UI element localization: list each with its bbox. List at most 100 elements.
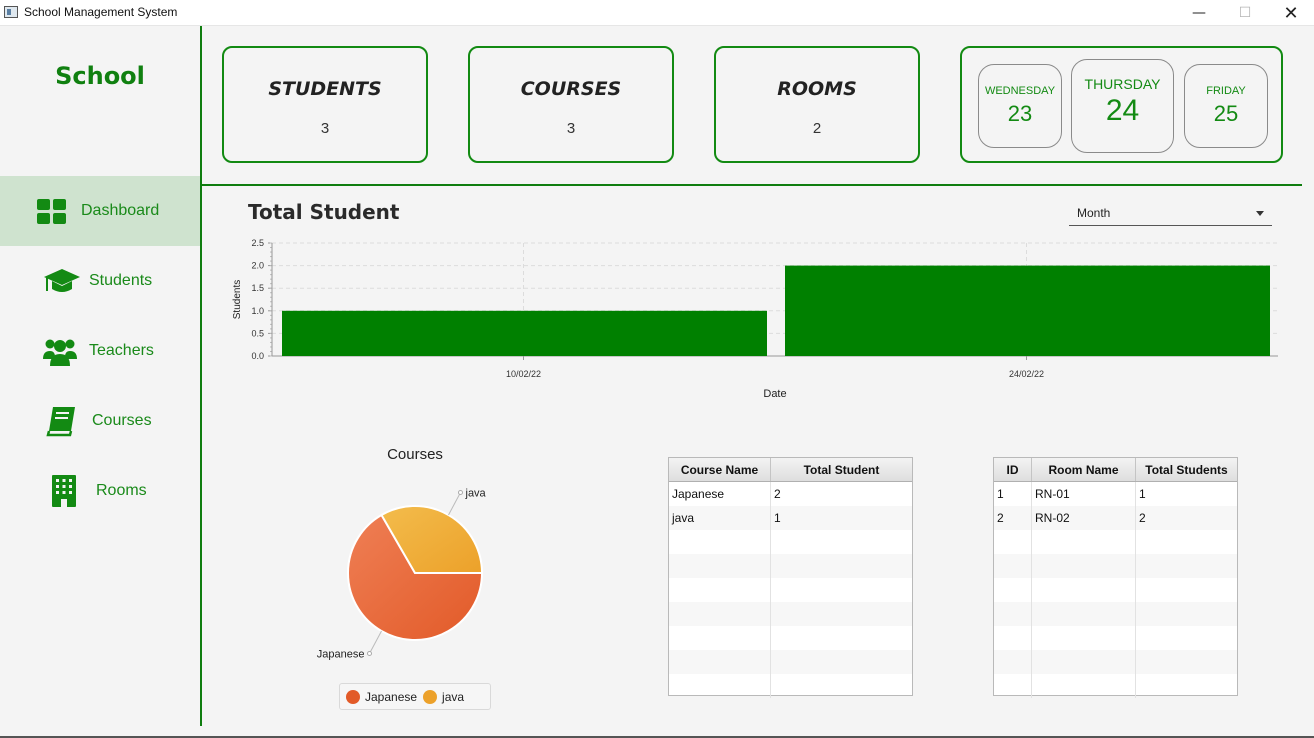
table-cell xyxy=(994,602,1032,626)
table-row[interactable] xyxy=(669,650,912,674)
table-header: Course Name Total Student xyxy=(669,458,912,482)
close-button[interactable]: ✕ xyxy=(1268,0,1314,26)
table-cell: RN-02 xyxy=(1032,506,1136,530)
legend-item: java xyxy=(423,689,465,704)
app-window-icon xyxy=(4,6,18,18)
table-row[interactable] xyxy=(669,578,912,602)
minimize-button[interactable]: — xyxy=(1176,0,1222,26)
table-cell xyxy=(1032,602,1136,626)
legend-swatch xyxy=(346,689,360,704)
table-row[interactable] xyxy=(994,578,1237,602)
table-row[interactable] xyxy=(994,650,1237,674)
table-row[interactable] xyxy=(994,554,1237,578)
table-cell xyxy=(1032,674,1136,698)
table-cell xyxy=(669,674,771,698)
course-table: Course Name Total Student Japanese 2 java 1 xyxy=(668,457,913,698)
brand-title: School xyxy=(55,62,145,90)
legend-label: Japanese xyxy=(365,689,418,704)
sidebar-item-label: Rooms xyxy=(96,482,147,499)
sidebar-item-dashboard[interactable]: Dashboard xyxy=(0,176,200,246)
pie-label-dot xyxy=(367,651,372,657)
window-title: School Management System xyxy=(24,5,178,19)
table-cell: 2 xyxy=(1139,511,1146,525)
table-cell xyxy=(1136,650,1237,674)
table-row[interactable]: Japanese 2 xyxy=(669,482,912,506)
courses-pie-chart: Courses Japanese java xyxy=(317,446,487,661)
y-tick-label: 0.5 xyxy=(251,328,264,338)
table-row[interactable] xyxy=(994,530,1237,554)
pie-slice-label: Japanese xyxy=(317,649,365,661)
y-tick-label: 2.5 xyxy=(251,238,264,248)
sidebar-item-label: Dashboard xyxy=(81,202,160,219)
y-tick-label: 1.5 xyxy=(251,283,264,293)
day-name: WEDNESDAY xyxy=(984,85,1056,97)
maximize-button[interactable]: ☐ xyxy=(1222,0,1268,26)
table-row[interactable] xyxy=(669,626,912,650)
table-cell: 1 xyxy=(1139,487,1146,501)
students-stat-title: STUDENTS xyxy=(268,78,382,100)
table-row[interactable] xyxy=(994,602,1237,626)
sidebar-item-courses[interactable]: Courses xyxy=(0,386,200,456)
table-cell xyxy=(669,626,771,650)
table-row[interactable]: java 1 xyxy=(669,506,912,530)
table-row[interactable] xyxy=(669,602,912,626)
courses-stat-card: COURSES 3 xyxy=(468,46,674,163)
sidebar-item-label: Students xyxy=(89,272,153,289)
table-cell xyxy=(1136,602,1237,626)
column-header[interactable]: ID xyxy=(994,458,1032,481)
table-row[interactable]: 1 RN-01 1 xyxy=(994,482,1237,506)
x-tick-label: 10/02/22 xyxy=(506,369,541,379)
column-header[interactable]: Room Name xyxy=(1032,458,1136,481)
students-stat-card: STUDENTS 3 xyxy=(222,46,428,163)
column-header[interactable]: Course Name xyxy=(669,458,771,481)
table-row[interactable]: 2 RN-02 2 xyxy=(994,506,1237,530)
table-cell xyxy=(1136,626,1237,650)
sidebar-item-students[interactable]: Students xyxy=(0,246,200,316)
y-tick-label: 1.0 xyxy=(251,306,264,316)
table-cell xyxy=(1032,578,1136,602)
chart-title: Total Student xyxy=(248,200,400,224)
sidebar: School Dashboard Students Teachers Cours… xyxy=(0,26,200,726)
table-row[interactable] xyxy=(669,554,912,578)
table-cell xyxy=(669,650,771,674)
table-cell xyxy=(1136,578,1237,602)
header-divider xyxy=(202,184,1302,186)
day-name: THURSDAY xyxy=(1084,76,1161,92)
table-row[interactable] xyxy=(994,674,1237,698)
table-cell xyxy=(1136,530,1237,554)
y-tick-label: 0.0 xyxy=(251,351,264,361)
sidebar-divider xyxy=(200,26,202,726)
legend-label: java xyxy=(442,689,465,704)
chevron-down-icon xyxy=(1256,211,1264,216)
table-cell: 2 xyxy=(774,487,781,501)
period-select[interactable]: Month xyxy=(1069,201,1272,226)
day-current: THURSDAY 24 xyxy=(1071,59,1174,153)
table-cell xyxy=(1032,626,1136,650)
courses-stat-title: COURSES xyxy=(520,78,622,100)
day-number: 25 xyxy=(1213,101,1239,126)
close-icon: ✕ xyxy=(1283,2,1299,24)
maximize-icon: ☐ xyxy=(1238,5,1252,21)
column-header[interactable]: Total Students xyxy=(1136,458,1237,481)
day-next: FRIDAY 25 xyxy=(1184,64,1268,148)
room-table: ID Room Name Total Students 1 RN-01 1 2 RN-02 2 xyxy=(993,457,1238,698)
sidebar-item-rooms[interactable]: Rooms xyxy=(0,456,200,526)
table-row[interactable] xyxy=(669,530,912,554)
period-select-value: Month xyxy=(1077,206,1111,220)
sidebar-item-teachers[interactable]: Teachers xyxy=(0,316,200,386)
table-cell xyxy=(771,626,912,650)
table-cell xyxy=(1032,530,1136,554)
table-cell xyxy=(669,602,771,626)
bar-24/02/22 xyxy=(785,265,1270,356)
table-row[interactable] xyxy=(669,674,912,698)
table-cell: 1 xyxy=(774,511,781,525)
table-row[interactable] xyxy=(994,626,1237,650)
courses-stat-value: 3 xyxy=(566,120,576,137)
table-cell xyxy=(1136,674,1237,698)
column-header[interactable]: Total Student xyxy=(771,458,912,481)
table-cell xyxy=(994,626,1032,650)
table-cell xyxy=(994,530,1032,554)
minimize-icon: — xyxy=(1192,5,1206,21)
day-number: 23 xyxy=(1007,101,1033,126)
table-cell xyxy=(669,578,771,602)
